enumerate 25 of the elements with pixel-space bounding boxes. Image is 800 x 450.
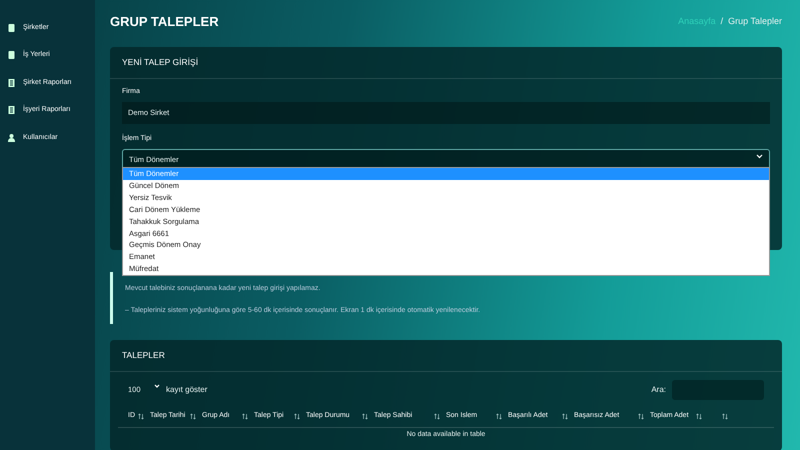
page-title: GRUP TALEPLER [110,14,219,30]
sort-icon [434,413,440,420]
sort-icon [190,413,196,420]
sort-icon [722,413,728,420]
chevron-icon [154,384,160,390]
sort-icon [294,413,300,420]
sort-icon [562,413,568,420]
search-label: Ara: [651,384,666,396]
document-icon [8,106,15,114]
card-title: YENİ TALEP GİRİŞİ [110,47,782,79]
card-title: TALEPLER [110,340,782,372]
sort-icon [242,413,248,420]
sort-icon [362,413,368,420]
sort-icon [696,413,702,420]
sort-icon [496,413,502,420]
device-icon [8,51,15,60]
breadcrumb-current: Grup Talepler [728,15,782,28]
chevron-icon [756,154,763,159]
length-label: kayıt göster [166,384,208,396]
device-icon [8,24,15,32]
sort-icon [638,413,644,420]
breadcrumb-separator: / [720,15,724,28]
document-icon [8,78,15,87]
user-icon [8,134,15,142]
sort-icon [138,413,144,420]
